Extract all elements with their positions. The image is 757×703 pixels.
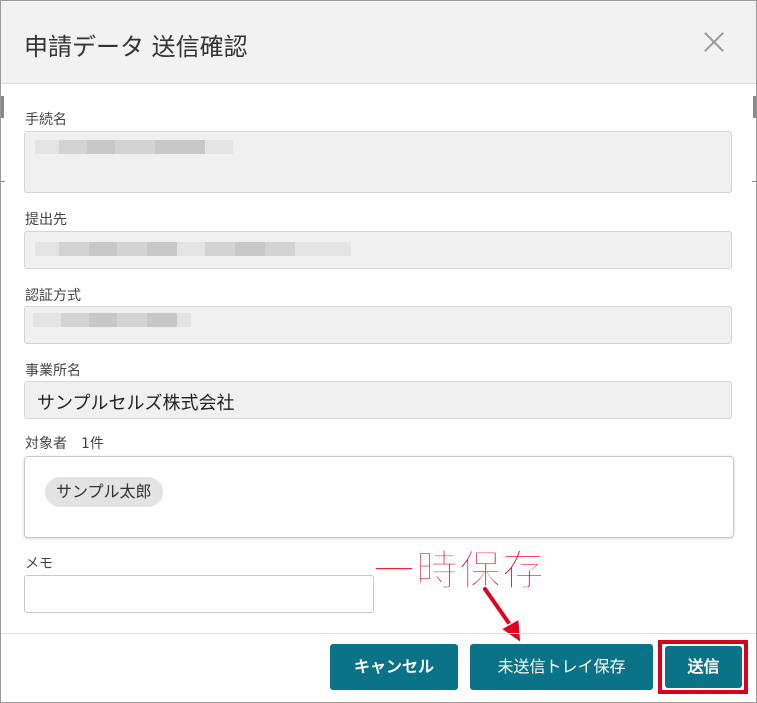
dialog-header: 申請データ 送信確認 (1, 1, 756, 84)
office-name-label: 事業所名 (25, 363, 81, 379)
targets-label: 対象者 1件 (25, 436, 104, 452)
annotation-arrow-icon (481, 585, 522, 645)
redacted-text (35, 140, 255, 154)
procedure-name-label: 手続名 (25, 112, 67, 128)
auth-method-label: 認証方式 (25, 288, 81, 304)
save-to-tray-button[interactable]: 未送信トレイ保存 (470, 644, 653, 690)
dialog-title: 申請データ 送信確認 (24, 33, 248, 61)
background-edge (753, 96, 756, 118)
auth-method-field (24, 306, 732, 344)
background-edge (1, 181, 5, 182)
background-edge (752, 181, 756, 182)
memo-label: メモ (25, 556, 53, 572)
cancel-button[interactable]: キャンセル (330, 644, 458, 690)
office-name-value: サンプルセルズ株式会社 (37, 393, 235, 414)
target-chip[interactable]: サンプル太郎 (45, 477, 163, 507)
redacted-text (35, 242, 365, 256)
close-icon[interactable] (701, 29, 727, 55)
redacted-text (33, 313, 203, 327)
footer-divider (1, 633, 756, 634)
memo-input[interactable] (24, 575, 374, 613)
send-confirm-dialog: 申請データ 送信確認 手続名 提出先 認証方式 事業所名 サンプルセルズ株式会社… (0, 0, 757, 703)
submit-to-field (24, 231, 732, 269)
office-name-field: サンプルセルズ株式会社 (24, 381, 732, 419)
background-edge (1, 96, 4, 118)
submit-to-label: 提出先 (25, 212, 67, 228)
procedure-name-field (24, 131, 732, 193)
targets-field[interactable]: サンプル太郎 (24, 456, 734, 538)
send-button-highlight (658, 640, 748, 694)
